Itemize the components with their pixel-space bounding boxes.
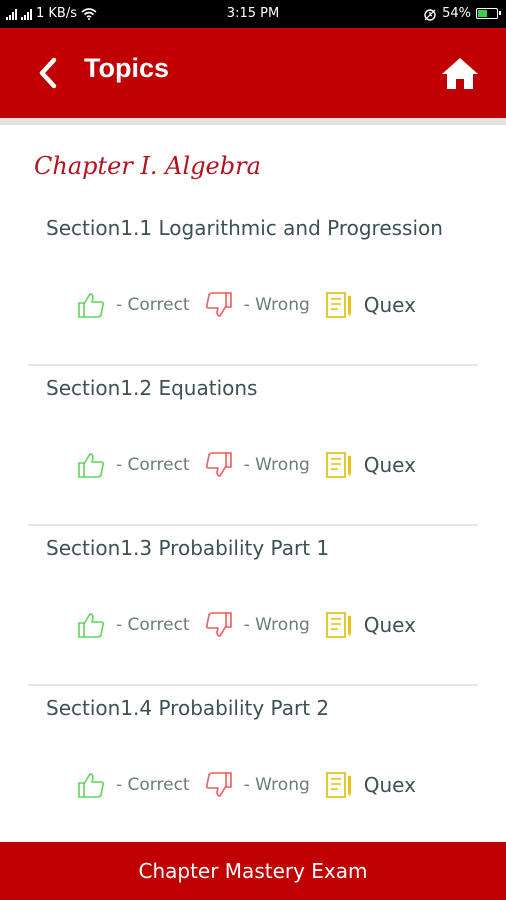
battery-icon [476,8,501,19]
header-divider [0,118,506,125]
thumbs-down-icon [205,292,232,317]
wrong-label: - Wrong [243,455,310,475]
section-stats: - Correct - Wrong Quex [76,450,416,480]
section-title[interactable]: Section1.2 Equations [46,376,257,400]
thumbs-down-icon [205,452,232,477]
quex-link[interactable]: Quex [364,453,416,477]
thumbs-down-icon [205,612,232,637]
status-right: 54% [423,6,501,21]
correct-label: - Correct [116,615,190,635]
correct-label: - Correct [116,455,190,475]
quex-link[interactable]: Quex [364,613,416,637]
correct-label: - Correct [116,295,190,315]
thumbs-up-icon [78,293,105,318]
thumbs-up-icon [78,453,105,478]
section-title[interactable]: Section1.1 Logarithmic and Progression [46,216,443,240]
status-bar: 1 KB/s 3:15 PM 54% [0,0,506,28]
quex-link[interactable]: Quex [364,293,416,317]
section-stats: - Correct - Wrong Quex [76,290,416,320]
footer-label: Chapter Mastery Exam [138,859,368,883]
alarm-icon [424,8,436,21]
battery-percent: 54% [442,6,471,21]
section-card[interactable]: Section1.2 Equations - Correct - Wrong Q… [28,366,478,526]
quex-notes-icon [325,772,351,798]
quex-link[interactable]: Quex [364,773,416,797]
thumbs-up-icon [78,613,105,638]
home-icon[interactable] [440,54,480,92]
thumbs-up-icon [78,773,105,798]
chevron-left-icon[interactable] [32,54,64,92]
wrong-label: - Wrong [243,615,310,635]
section-card[interactable]: Section1.1 Logarithmic and Progression -… [28,206,478,366]
chapter-title: Chapter I. Algebra [34,152,261,180]
section-stats: - Correct - Wrong Quex [76,610,416,640]
quex-notes-icon [325,612,351,638]
correct-label: - Correct [116,775,190,795]
section-card[interactable]: Section1.4 Probability Part 2 - Correct … [28,686,478,846]
section-title[interactable]: Section1.4 Probability Part 2 [46,696,329,720]
quex-notes-icon [325,292,351,318]
section-title[interactable]: Section1.3 Probability Part 1 [46,536,329,560]
section-stats: - Correct - Wrong Quex [76,770,416,800]
wrong-label: - Wrong [243,295,310,315]
thumbs-down-icon [205,772,232,797]
chapter-mastery-exam-button[interactable]: Chapter Mastery Exam [0,842,506,900]
section-card[interactable]: Section1.3 Probability Part 1 - Correct … [28,526,478,686]
app-bar: Topics [0,28,506,118]
wrong-label: - Wrong [243,775,310,795]
quex-notes-icon [325,452,351,478]
page-title: Topics [84,53,170,83]
